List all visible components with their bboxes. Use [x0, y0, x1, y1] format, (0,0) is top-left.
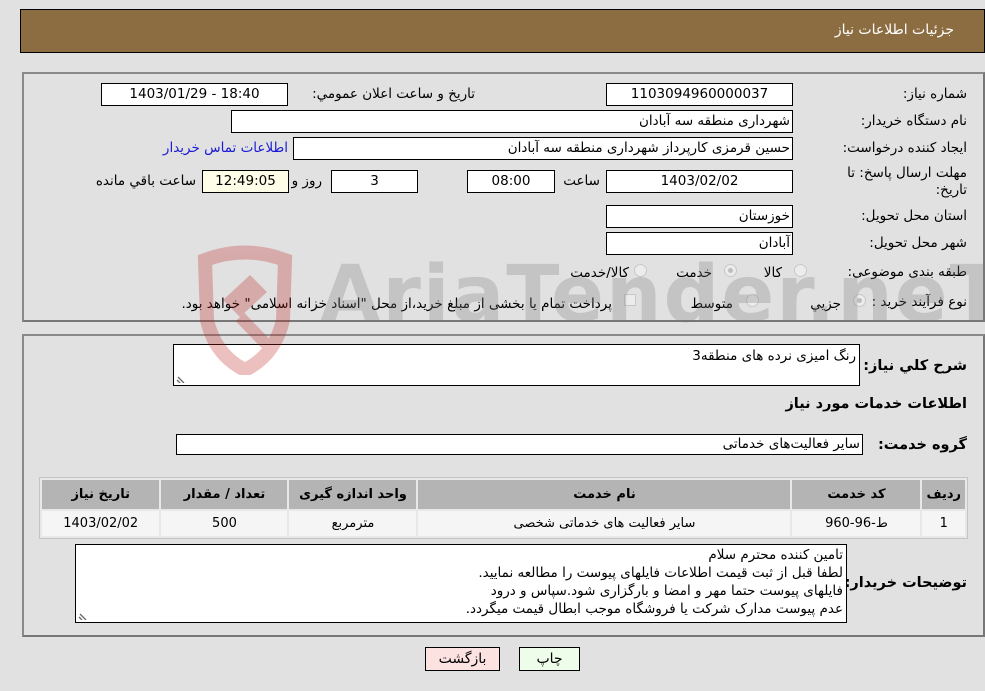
city-field[interactable]: آبادان	[606, 232, 793, 255]
buyer-notes-label: توضیحات خریدار:	[844, 575, 967, 591]
buyer-org-label: نام دستگاه خریدار:	[860, 113, 967, 129]
page-title: جزئيات اطلاعات نياز	[834, 22, 954, 38]
col-header-service-name: نام خدمت	[418, 480, 791, 509]
purchase-type-label: نوع فرآیند خرید :	[871, 294, 967, 310]
days-remaining-field[interactable]: 3	[331, 170, 418, 193]
print-button[interactable]: چاپ	[519, 647, 580, 671]
buyer-notes-line: فایلهای پیوست حتما مهر و امضا و بارگزاری…	[490, 583, 843, 599]
buyer-notes-line: عدم پیوست مدارک شرکت یا فروشگاه موجب ابط…	[465, 601, 843, 617]
category-service-label: خدمت	[676, 265, 712, 281]
cell-quantity: 500	[161, 511, 288, 536]
deadline-time-label: ساعت	[563, 173, 600, 189]
announce-datetime-label: تاريخ و ساعت اعلان عمومي:	[312, 86, 475, 102]
col-header-need-date: تاریخ نیاز	[42, 480, 160, 509]
announce-datetime-field[interactable]: 1403/01/29 - 18:40	[101, 83, 288, 106]
deadline-date-field[interactable]: 1403/02/02	[606, 170, 793, 193]
province-field[interactable]: خوزستان	[606, 205, 793, 228]
general-desc-text: رنگ امیزی نرده های منطقه3	[692, 348, 856, 364]
need-number-field[interactable]: 1103094960000037	[606, 83, 793, 106]
category-radio-goods[interactable]	[794, 264, 807, 277]
cell-service-name: سایر فعالیت های خدماتی شخصی	[418, 511, 791, 536]
resize-grip-icon[interactable]	[78, 610, 88, 620]
services-table: ردیف کد خدمت نام خدمت واحد اندازه گیری ت…	[39, 477, 968, 539]
category-goods-label: کالا	[763, 265, 782, 281]
services-heading: اطلاعات خدمات مورد نياز	[785, 396, 967, 412]
days-label: روز و	[291, 173, 322, 189]
resize-grip-icon[interactable]	[176, 373, 186, 383]
purchase-type-minor-label: جزيي	[810, 296, 841, 312]
general-desc-label: شرح كلي نياز:	[863, 358, 967, 374]
buyer-org-field[interactable]: شهرداری منطقه سه آبادان	[231, 110, 793, 133]
buyer-contact-link[interactable]: اطلاعات تماس خریدار	[163, 140, 288, 156]
province-label: استان محل تحویل:	[861, 208, 967, 224]
back-button[interactable]: بازگشت	[425, 647, 500, 671]
category-label: طبقه بندی موضوعی:	[847, 264, 967, 280]
treasury-checkbox[interactable]	[624, 294, 636, 306]
treasury-note: پرداخت تمام یا بخشی از مبلغ خرید،از محل …	[181, 296, 612, 312]
need-number-label: شماره نیاز:	[902, 86, 967, 102]
col-header-service-code: کد خدمت	[792, 480, 921, 509]
buyer-notes-textarea[interactable]: تامین کننده محترم سلام لطفا قبل از ثبت ق…	[75, 544, 847, 623]
purchase-type-medium-label: متوسط	[690, 296, 733, 312]
deadline-label: مهلت ارسال پاسخ: تا	[847, 165, 967, 181]
category-radio-goods-service[interactable]	[634, 264, 647, 277]
col-header-row-number: ردیف	[922, 480, 965, 509]
deadline-time-field[interactable]: 08:00	[467, 170, 555, 193]
buyer-notes-line: لطفا قبل از ثبت قیمت اطلاعات فایلهای پیو…	[478, 565, 843, 581]
buyer-notes-line: تامین کننده محترم سلام	[708, 547, 843, 563]
col-header-quantity: تعداد / مقدار	[161, 480, 288, 509]
table-header-row: ردیف کد خدمت نام خدمت واحد اندازه گیری ت…	[42, 480, 965, 509]
city-label: شهر محل تحویل:	[869, 235, 967, 251]
purchase-type-radio-minor[interactable]	[853, 294, 866, 307]
requester-field[interactable]: حسین قرمزی کارپرداز شهرداری منطقه سه آبا…	[293, 137, 793, 160]
category-goods-service-label: کالا/خدمت	[570, 265, 629, 281]
deadline-label-date: تاریخ:	[935, 182, 967, 198]
cell-row-number: 1	[922, 511, 965, 536]
cell-service-code: ط-96-960	[792, 511, 921, 536]
col-header-unit: واحد اندازه گیری	[289, 480, 417, 509]
time-remaining-field[interactable]: 12:49:05	[202, 170, 289, 193]
table-row: 1 ط-96-960 سایر فعالیت های خدماتی شخصی م…	[42, 511, 965, 536]
cell-unit: مترمربع	[289, 511, 417, 536]
service-group-label: گروه خدمت:	[877, 437, 967, 453]
purchase-type-radio-medium[interactable]	[746, 294, 759, 307]
time-remaining-label: ساعت باقي مانده	[95, 173, 196, 189]
category-radio-service[interactable]	[724, 264, 737, 277]
cell-need-date: 1403/02/02	[42, 511, 160, 536]
page-header: جزئيات اطلاعات نياز	[20, 9, 985, 53]
requester-label: ایجاد کننده درخواست:	[842, 140, 967, 156]
service-group-field[interactable]: سایر فعالیت‌های خدماتی	[176, 434, 863, 455]
general-desc-textarea[interactable]: رنگ امیزی نرده های منطقه3	[173, 344, 860, 386]
